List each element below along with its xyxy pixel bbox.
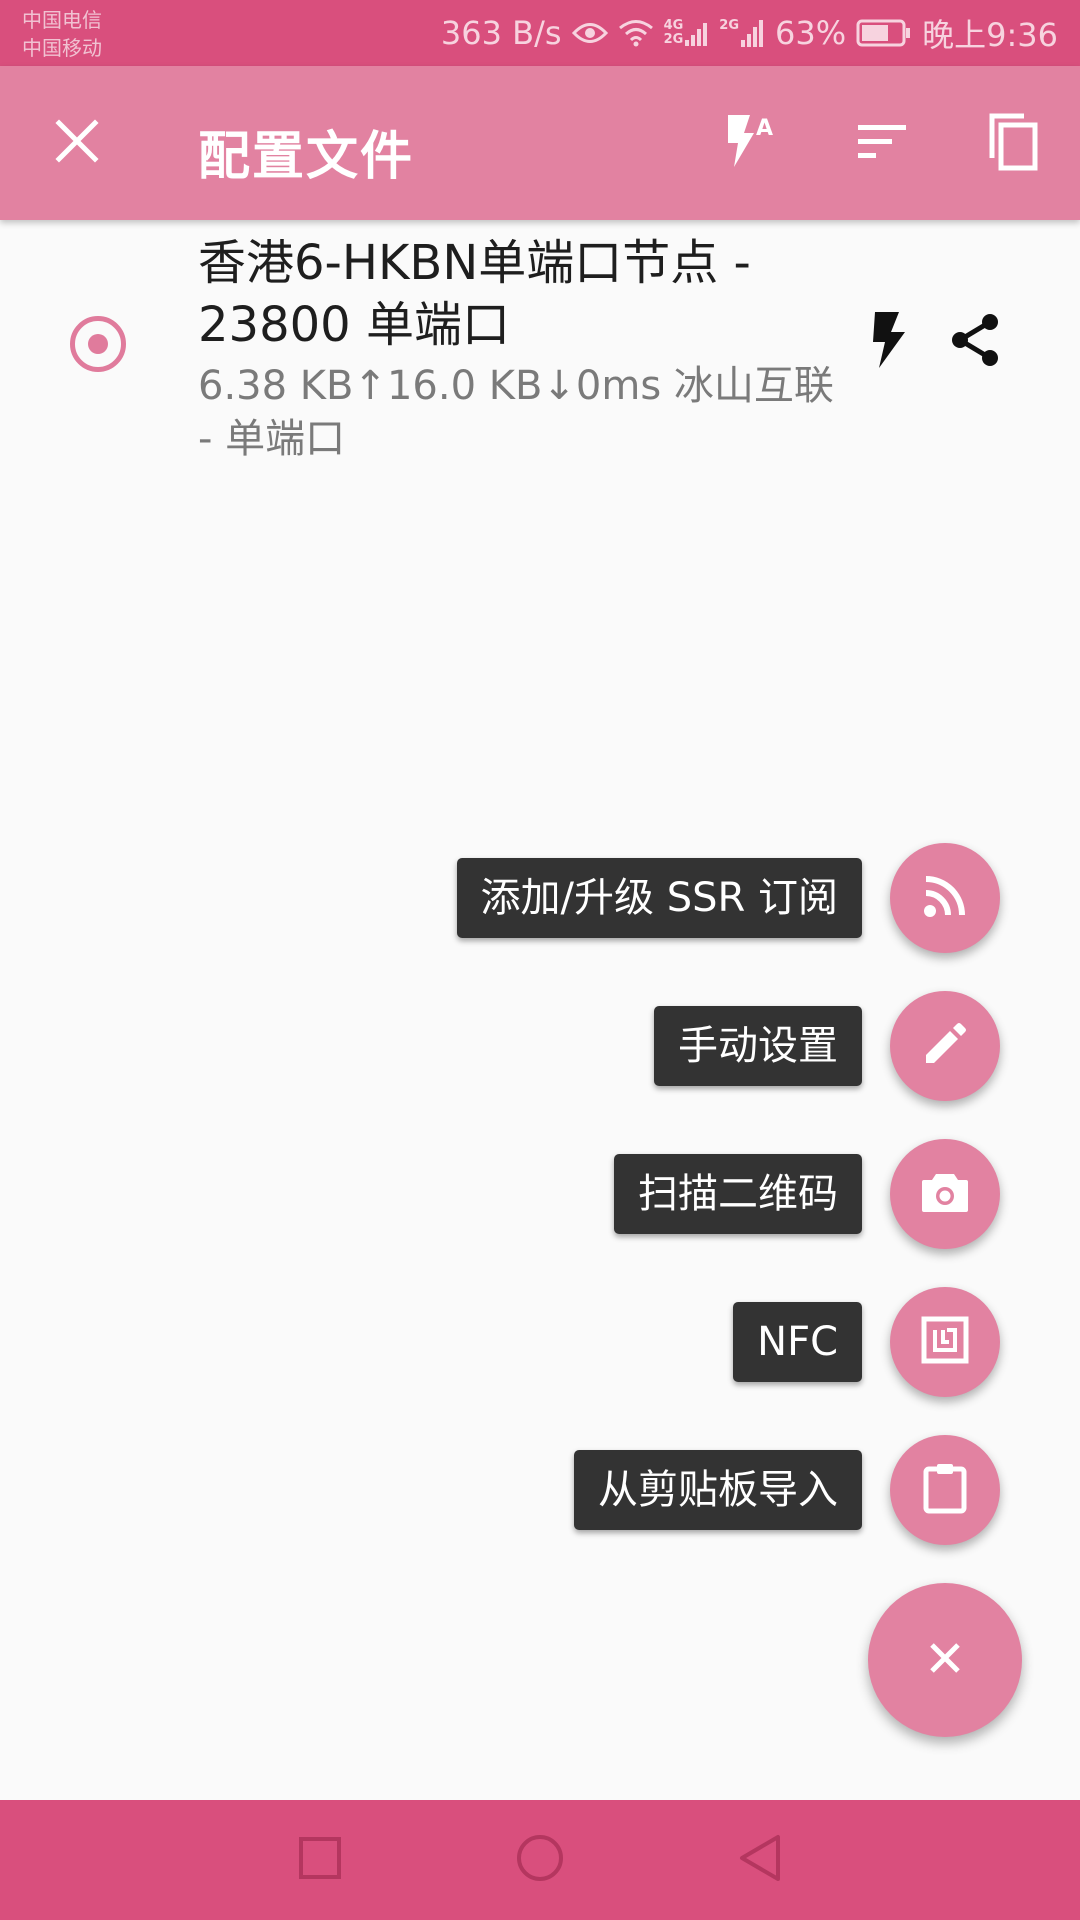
flash-auto-button[interactable]: A bbox=[718, 111, 782, 175]
net-speed: 363 B/s bbox=[440, 14, 562, 52]
signal-1-icon: 4G 2G bbox=[664, 19, 710, 47]
manual-settings-fab[interactable] bbox=[890, 991, 1000, 1101]
profile-radio-selected[interactable] bbox=[70, 316, 126, 372]
copy-button[interactable] bbox=[980, 111, 1044, 175]
signal-1-label-top: 4G bbox=[663, 18, 684, 33]
sort-icon bbox=[856, 121, 908, 165]
nfc-fab[interactable] bbox=[890, 1287, 1000, 1397]
back-button[interactable] bbox=[730, 1830, 790, 1890]
fab-item-clipboard[interactable]: 从剪贴板导入 bbox=[574, 1435, 1000, 1545]
battery-icon bbox=[856, 18, 912, 48]
nfc-icon bbox=[921, 1316, 969, 1368]
flash-auto-icon: A bbox=[720, 111, 780, 175]
test-latency-button[interactable] bbox=[857, 310, 921, 374]
pencil-icon bbox=[922, 1021, 968, 1071]
system-nav-bar bbox=[0, 1800, 1080, 1920]
subscription-fab[interactable] bbox=[890, 843, 1000, 953]
fab-item-scan[interactable]: 扫描二维码 bbox=[614, 1139, 1000, 1249]
signal-2-label: 2G bbox=[719, 18, 739, 33]
close-icon bbox=[928, 1641, 962, 1679]
fab-label-scan[interactable]: 扫描二维码 bbox=[614, 1154, 862, 1234]
home-button[interactable] bbox=[510, 1830, 570, 1890]
recents-button[interactable] bbox=[290, 1830, 350, 1890]
status-bar: 中国电信 中国移动 363 B/s 4G 2G 2G 63% 晚上9:36 bbox=[0, 0, 1080, 66]
profile-stats: 6.38 KB↑16.0 KB↓0ms 冰山互联 - 单端口 bbox=[198, 363, 834, 462]
clipboard-icon bbox=[923, 1462, 967, 1518]
app-toolbar: 配置文件 A bbox=[0, 66, 1080, 220]
clock: 晚上9:36 bbox=[922, 16, 1058, 54]
main-fab-close[interactable] bbox=[868, 1583, 1022, 1737]
circle-icon bbox=[515, 1833, 565, 1887]
signal-2-icon: 2G bbox=[719, 19, 765, 47]
camera-icon bbox=[920, 1170, 970, 1218]
radio-dot bbox=[88, 334, 108, 354]
battery-percent: 63% bbox=[775, 14, 847, 52]
fab-item-subscription[interactable]: 添加/升级 SSR 订阅 bbox=[456, 843, 1000, 953]
share-button[interactable] bbox=[943, 310, 1007, 374]
flash-icon bbox=[869, 310, 909, 374]
profile-list-item[interactable]: 香港6-HKBN单端口节点 - 23800 单端口 6.38 KB↑16.0 K… bbox=[0, 220, 1080, 470]
sort-button[interactable] bbox=[850, 111, 914, 175]
svg-text:A: A bbox=[756, 116, 773, 141]
carrier-info: 中国电信 中国移动 bbox=[22, 6, 102, 62]
rss-icon bbox=[922, 873, 968, 923]
fab-item-nfc[interactable]: NFC bbox=[733, 1287, 1000, 1397]
fab-label-clipboard[interactable]: 从剪贴板导入 bbox=[574, 1450, 862, 1530]
fab-label-subscription[interactable]: 添加/升级 SSR 订阅 bbox=[456, 858, 862, 938]
fab-label-nfc[interactable]: NFC bbox=[733, 1302, 862, 1382]
signal-1-label-bottom: 2G bbox=[663, 32, 684, 47]
profile-name: 香港6-HKBN单端口节点 - 23800 单端口 bbox=[198, 235, 751, 353]
clipboard-import-fab[interactable] bbox=[890, 1435, 1000, 1545]
wifi-icon bbox=[618, 19, 654, 47]
square-icon bbox=[298, 1836, 342, 1884]
carrier-2: 中国移动 bbox=[22, 36, 102, 60]
page-title: 配置文件 bbox=[198, 127, 415, 187]
fab-item-manual[interactable]: 手动设置 bbox=[654, 991, 1000, 1101]
close-button[interactable] bbox=[45, 111, 109, 175]
back-triangle-icon bbox=[738, 1833, 782, 1887]
fab-label-manual[interactable]: 手动设置 bbox=[654, 1006, 862, 1086]
scan-qr-fab[interactable] bbox=[890, 1139, 1000, 1249]
eye-icon bbox=[571, 20, 608, 46]
carrier-1: 中国电信 bbox=[22, 8, 102, 32]
close-icon bbox=[55, 119, 99, 167]
status-indicators: 363 B/s 4G 2G 2G 63% 晚上9:36 bbox=[441, 0, 1058, 66]
copy-icon bbox=[984, 110, 1040, 176]
share-icon bbox=[948, 312, 1002, 372]
